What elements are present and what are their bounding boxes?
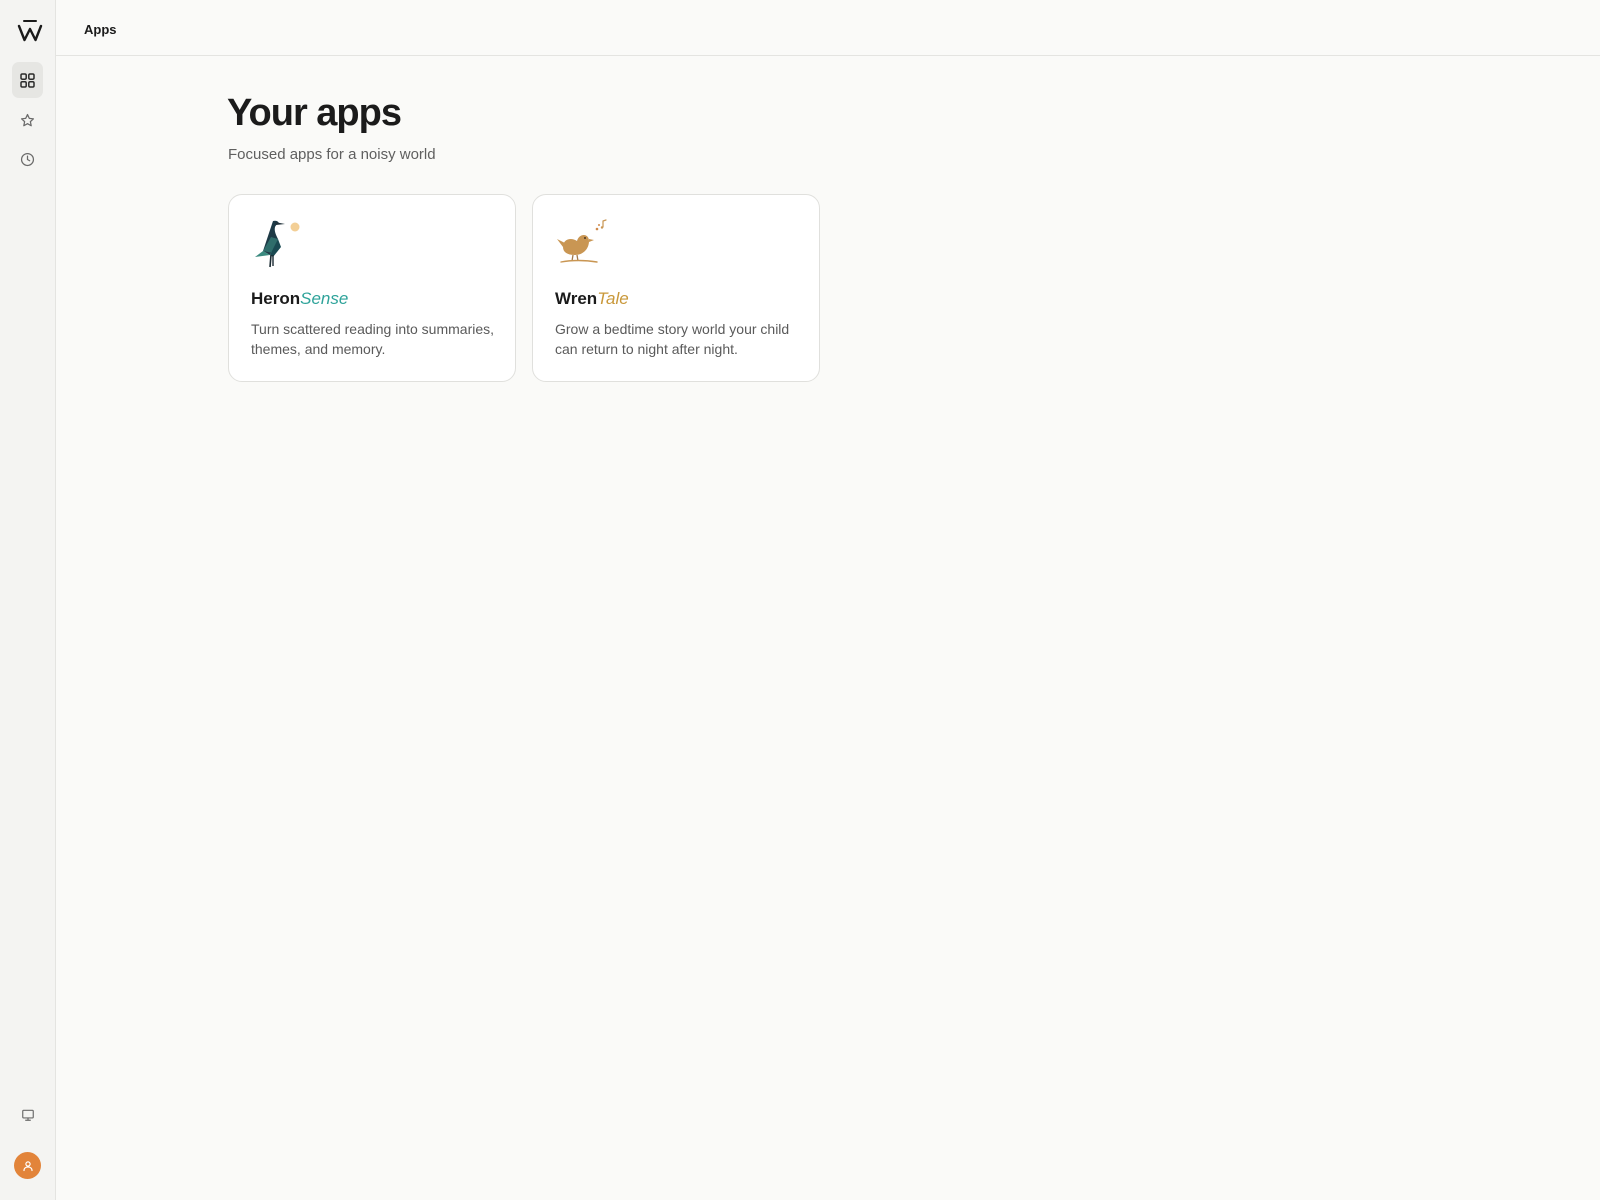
app-card-wrentale[interactable]: WrenTale Grow a bedtime story world your… xyxy=(532,194,820,382)
app-name-main: Wren xyxy=(555,289,598,308)
app-name-accent: Sense xyxy=(300,289,349,308)
app-name: WrenTale xyxy=(555,289,629,309)
sidebar xyxy=(0,0,56,1200)
user-icon xyxy=(22,1160,33,1171)
sidebar-item-apps[interactable] xyxy=(12,62,43,98)
monitor-icon xyxy=(21,1109,34,1121)
star-icon xyxy=(20,113,35,126)
brand-logo-icon[interactable] xyxy=(16,18,44,44)
app-name-accent: Tale xyxy=(597,289,629,308)
page-title: Your apps xyxy=(227,92,402,134)
page-subtitle: Focused apps for a noisy world xyxy=(228,146,436,163)
wren-logo-icon xyxy=(557,219,607,263)
app-name: HeronSense xyxy=(251,289,348,309)
app-description: Grow a bedtime story world your child ca… xyxy=(555,321,790,357)
sidebar-item-recent[interactable] xyxy=(12,141,43,177)
sidebar-item-favorites[interactable] xyxy=(12,102,43,138)
sidebar-item-feedback[interactable] xyxy=(12,1097,43,1133)
top-bar: Apps xyxy=(56,0,1600,56)
avatar[interactable] xyxy=(14,1152,41,1179)
app-card-heronsense[interactable]: HeronSense Turn scattered reading into s… xyxy=(228,194,516,382)
breadcrumb: Apps xyxy=(84,22,117,37)
clock-icon xyxy=(20,152,35,166)
app-name-main: Heron xyxy=(251,289,301,308)
heron-logo-icon xyxy=(255,220,300,268)
app-description: Turn scattered reading into summaries, t… xyxy=(251,321,495,357)
grid-icon xyxy=(20,72,35,88)
